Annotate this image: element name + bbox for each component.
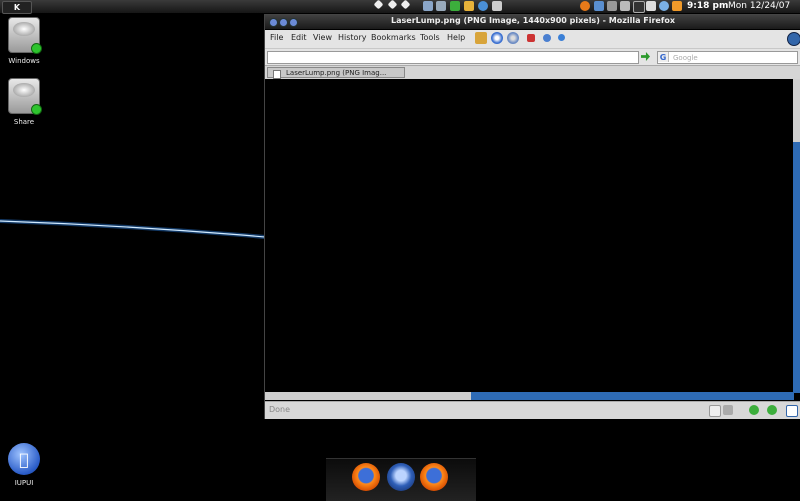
horizontal-scroll-thumb[interactable] (471, 392, 794, 400)
task-icon[interactable] (387, 0, 398, 10)
menu-history[interactable]: History (338, 33, 366, 42)
green-icon[interactable] (450, 1, 460, 11)
network-icon[interactable] (492, 1, 502, 11)
thunderbird-icon[interactable] (387, 463, 415, 491)
world-icon[interactable] (594, 1, 604, 11)
top-panel: K 9:18 pm Mon 12/24/07 (0, 0, 800, 14)
weather-icon[interactable] (659, 1, 669, 11)
dock (326, 458, 476, 501)
image-viewport[interactable] (265, 79, 793, 392)
globe-icon[interactable] (478, 1, 488, 11)
date[interactable]: Mon 12/24/07 (728, 1, 790, 12)
status-bar: Done (265, 401, 800, 419)
chart-icon[interactable] (436, 1, 446, 11)
menu-file[interactable]: File (270, 33, 283, 42)
pen-icon[interactable] (709, 405, 721, 417)
url-input[interactable] (267, 51, 639, 64)
bookmark-icon[interactable] (475, 32, 487, 44)
terminal-icon[interactable] (633, 1, 645, 13)
menu-bookmarks[interactable]: Bookmarks (371, 33, 416, 42)
home-icon[interactable] (558, 34, 565, 41)
apple-icon:  (8, 443, 40, 475)
hard-drive-icon (8, 78, 42, 115)
puzzle-icon[interactable] (723, 405, 733, 415)
desktop-icon-share[interactable]: Share (0, 78, 48, 126)
check-icon[interactable] (767, 405, 777, 415)
monitor-icon[interactable] (423, 1, 433, 11)
menu-bar: File Edit View History Bookmarks Tools H… (265, 30, 800, 48)
task-icon[interactable] (373, 0, 384, 10)
forward-button[interactable] (507, 32, 519, 44)
task-icon[interactable] (400, 0, 411, 10)
menu-edit[interactable]: Edit (291, 33, 307, 42)
google-icon[interactable]: G (658, 52, 669, 62)
icon[interactable] (646, 1, 656, 11)
horizontal-scrollbar[interactable] (265, 392, 794, 400)
back-button[interactable] (491, 32, 503, 44)
desktop-icon-iupui[interactable]:  IUPUI (0, 443, 48, 487)
k-menu-button[interactable]: K (2, 1, 32, 14)
menu-tools[interactable]: Tools (420, 33, 440, 42)
status-text: Done (269, 405, 291, 414)
search-input[interactable]: G Google (657, 51, 798, 64)
stop-icon[interactable] (527, 34, 535, 42)
tab-label: LaserLump.png (PNG Imag... (286, 69, 387, 77)
firefox-icon[interactable] (352, 463, 380, 491)
firefox-icon[interactable] (420, 463, 448, 491)
icon[interactable] (620, 1, 630, 11)
reload-icon[interactable] (543, 34, 551, 42)
search-placeholder: Google (673, 54, 698, 62)
window-title: LaserLump.png (PNG Image, 1440x900 pixel… (391, 16, 675, 25)
desktop-icon-label: Share (13, 118, 35, 126)
desktop-icon-label: IUPUI (14, 479, 34, 487)
check-icon[interactable] (749, 405, 759, 415)
document-icon (273, 70, 281, 79)
throbber-icon (787, 32, 800, 46)
menu-view[interactable]: View (313, 33, 332, 42)
window-titlebar[interactable]: LaserLump.png (PNG Image, 1440x900 pixel… (265, 15, 800, 29)
navigation-toolbar: G Google (265, 48, 800, 66)
folder-icon[interactable] (464, 1, 474, 11)
desktop-icon-label: Windows (8, 57, 40, 65)
firefox-window: LaserLump.png (PNG Image, 1440x900 pixel… (264, 14, 800, 419)
desktop-icon-windows[interactable]: Windows (0, 17, 48, 65)
go-icon[interactable] (641, 52, 650, 61)
clock[interactable]: 9:18 pm (687, 1, 728, 12)
speaker-icon[interactable] (672, 1, 682, 11)
hard-drive-icon (8, 17, 42, 54)
menu-help[interactable]: Help (447, 33, 465, 42)
tab-laserlump[interactable]: LaserLump.png (PNG Imag... (267, 67, 405, 79)
vertical-scroll-thumb[interactable] (793, 142, 800, 393)
checkbox-icon[interactable] (786, 405, 798, 417)
firefox-icon[interactable] (580, 1, 590, 11)
icon[interactable] (607, 1, 617, 11)
tab-bar: LaserLump.png (PNG Imag... (265, 65, 800, 79)
vertical-scrollbar[interactable] (793, 79, 800, 393)
